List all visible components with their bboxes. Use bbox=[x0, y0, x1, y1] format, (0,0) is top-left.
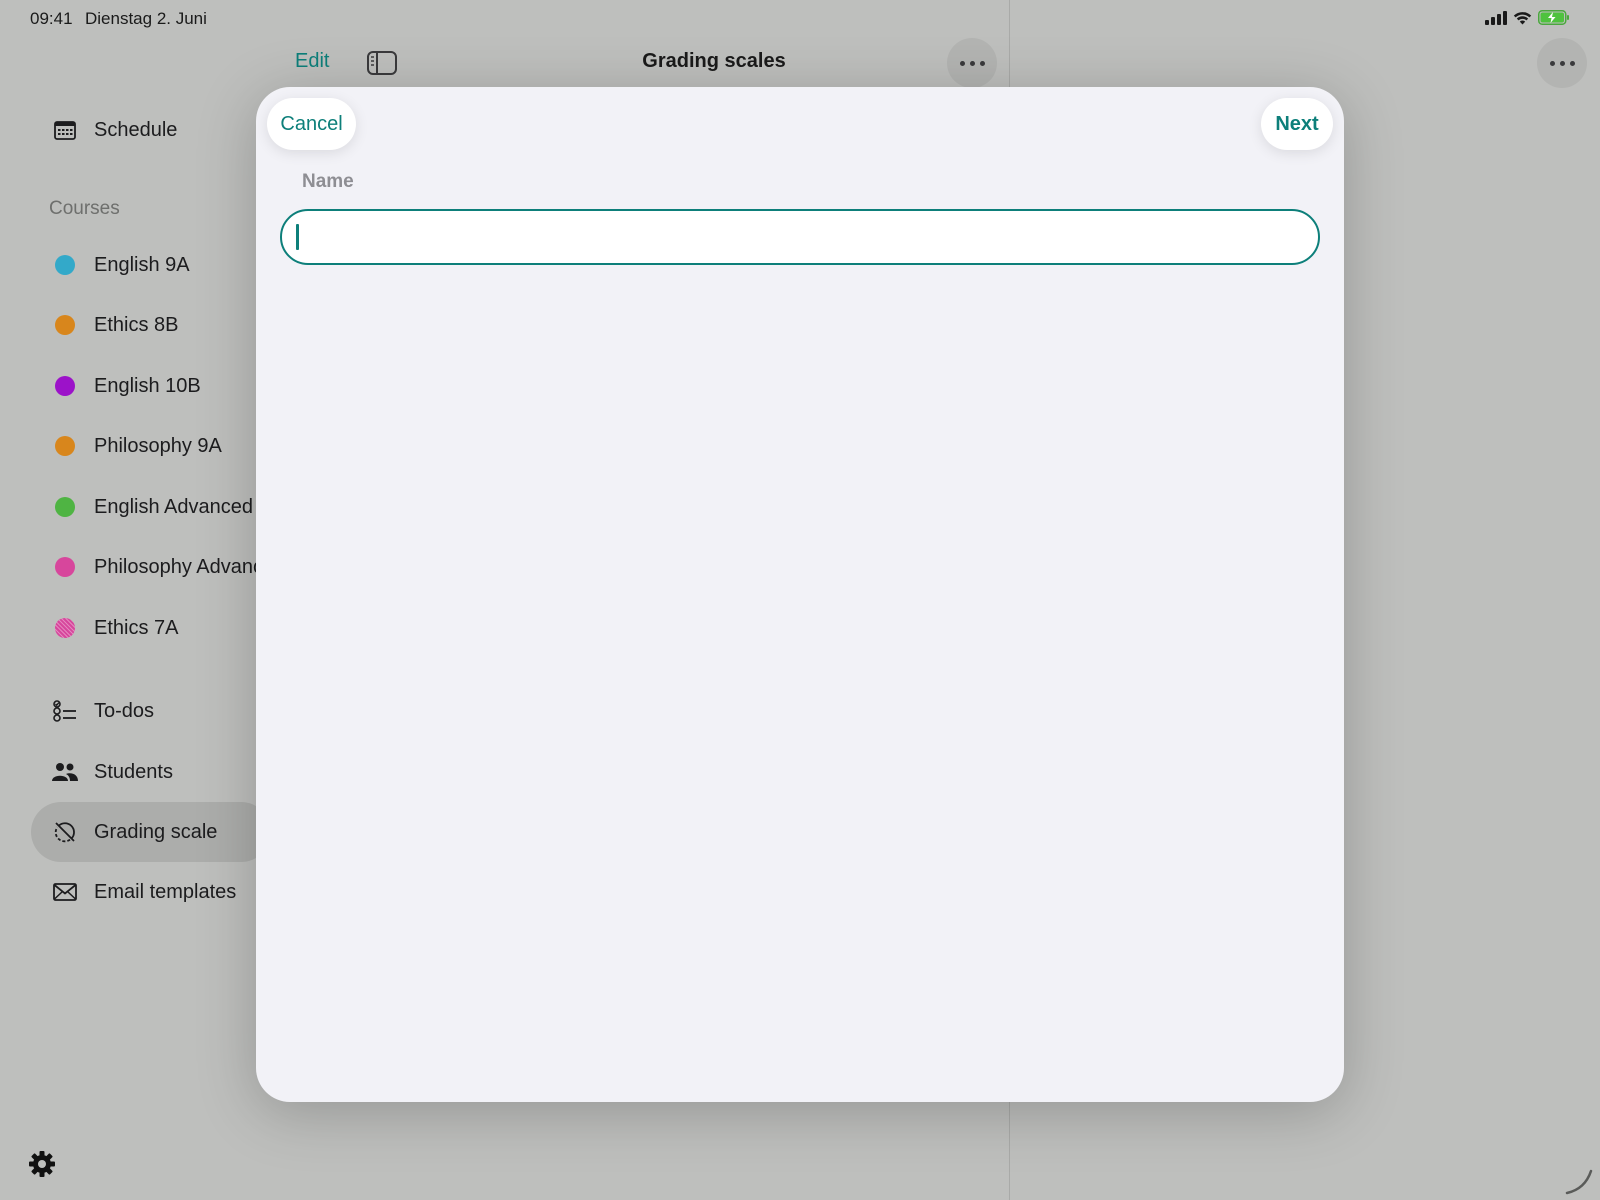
battery-charging-icon bbox=[1538, 10, 1569, 25]
course-color-dot bbox=[55, 618, 75, 638]
courses-section-header: Courses bbox=[49, 198, 120, 219]
todo-list-icon bbox=[50, 696, 80, 726]
sidebar-item-label: To-dos bbox=[94, 699, 155, 722]
calendar-icon bbox=[50, 115, 80, 145]
cancel-button[interactable]: Cancel bbox=[267, 98, 356, 150]
edit-button[interactable]: Edit bbox=[295, 50, 329, 73]
sidebar-course-philosophy-advanced[interactable]: Philosophy Advanced bbox=[50, 547, 285, 587]
course-color-dot bbox=[55, 315, 75, 335]
sidebar-course-english-9a[interactable]: English 9A bbox=[50, 245, 190, 285]
new-grading-scale-sheet: Cancel Next Name bbox=[256, 87, 1344, 1102]
course-color-dot bbox=[55, 376, 75, 396]
cellular-signal-icon bbox=[1485, 10, 1507, 25]
envelope-icon bbox=[50, 877, 80, 907]
status-icons bbox=[1485, 10, 1570, 25]
grading-scale-icon bbox=[50, 817, 80, 847]
sidebar-course-english-10b[interactable]: English 10B bbox=[50, 366, 201, 406]
course-label: English 9A bbox=[94, 253, 190, 276]
text-caret bbox=[296, 224, 299, 250]
sidebar-item-label: Email templates bbox=[94, 880, 237, 903]
course-label: English Advanced bbox=[94, 495, 254, 518]
wifi-icon bbox=[1513, 11, 1532, 24]
status-time: 09:41 bbox=[30, 9, 73, 28]
name-input[interactable] bbox=[280, 209, 1320, 265]
gear-icon bbox=[29, 1151, 55, 1177]
course-color-dot bbox=[55, 255, 75, 275]
course-label: Ethics 7A bbox=[94, 616, 179, 639]
ellipsis-icon bbox=[1549, 60, 1555, 66]
sidebar-course-ethics-8b[interactable]: Ethics 8B bbox=[50, 305, 178, 345]
course-label: English 10B bbox=[94, 374, 201, 397]
sidebar-item-label: Grading scale bbox=[94, 820, 218, 843]
course-label: Ethics 8B bbox=[94, 313, 179, 336]
people-icon bbox=[50, 757, 80, 787]
resize-handle-icon bbox=[1565, 1169, 1593, 1195]
name-field-label: Name bbox=[302, 171, 354, 192]
sidebar-item-label: Students bbox=[94, 760, 173, 783]
sidebar-item-label: Schedule bbox=[94, 118, 178, 141]
sidebar-course-ethics-7a[interactable]: Ethics 7A bbox=[50, 608, 178, 648]
sidebar-item-schedule[interactable]: Schedule bbox=[50, 110, 177, 150]
status-bar: 09:41 Dienstag 2. Juni bbox=[0, 0, 1600, 38]
sidebar-item-todos[interactable]: To-dos bbox=[50, 691, 154, 731]
page-title: Grading scales bbox=[642, 50, 786, 72]
more-options-button[interactable] bbox=[947, 38, 997, 88]
sidebar-item-grading-scale[interactable]: Grading scale bbox=[50, 812, 217, 852]
course-color-dot bbox=[55, 497, 75, 517]
course-color-dot bbox=[55, 436, 75, 456]
next-button[interactable]: Next bbox=[1261, 98, 1333, 150]
ellipsis-icon bbox=[959, 60, 965, 66]
course-label: Philosophy 9A bbox=[94, 434, 222, 457]
sidebar-item-students[interactable]: Students bbox=[50, 752, 173, 792]
sidebar-toggle-button[interactable] bbox=[367, 51, 397, 80]
status-date: Dienstag 2. Juni bbox=[85, 9, 207, 28]
sidebar-course-philosophy-9a[interactable]: Philosophy 9A bbox=[50, 426, 222, 466]
sidebar-course-english-advanced[interactable]: English Advanced bbox=[50, 487, 253, 527]
sidebar-toggle-icon bbox=[367, 51, 397, 75]
settings-button[interactable] bbox=[28, 1150, 56, 1183]
sidebar-item-email-templates[interactable]: Email templates bbox=[50, 872, 236, 912]
course-color-dot bbox=[55, 557, 75, 577]
detail-more-options-button[interactable] bbox=[1537, 38, 1587, 88]
